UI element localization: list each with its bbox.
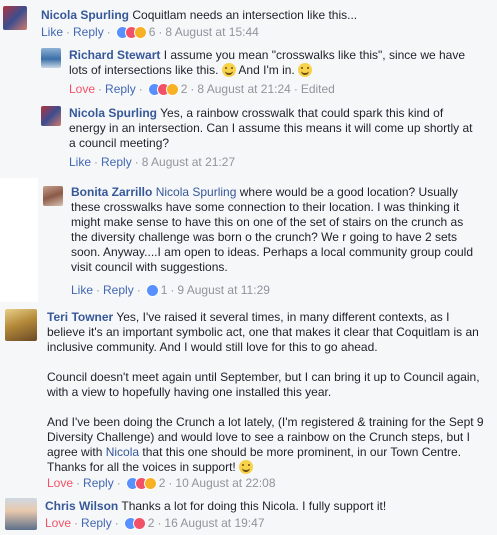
timestamp[interactable]: 8 August at 21:27 — [142, 155, 235, 169]
comment-actions: Like · Reply · 8 August at 21:27 — [69, 155, 236, 169]
avatar-chris[interactable] — [5, 498, 37, 530]
avatar-bonita[interactable] — [43, 186, 63, 206]
comment-actions: Love · Reply · 2 · 10 August at 22:08 — [47, 476, 276, 493]
reply-button[interactable]: Reply — [101, 155, 132, 169]
reaction-count[interactable]: 2 — [159, 476, 166, 490]
comment-author-name[interactable]: Bonita Zarrillo — [71, 185, 152, 199]
comment-text: Nicola Spurling Coquitlam needs an inter… — [41, 8, 491, 23]
smiley-emoji-icon — [239, 460, 254, 474]
comment-content-tail: And I'm in. — [238, 63, 295, 77]
comment-content: Thanks a lot for doing this Nicola. I fu… — [121, 499, 387, 513]
comment-author-name[interactable]: Chris Wilson — [45, 499, 118, 513]
reactions-icon[interactable] — [115, 26, 147, 42]
comment-text: Bonita Zarrillo Nicola Spurling where wo… — [71, 185, 481, 275]
avatar-nicola[interactable] — [41, 106, 61, 126]
comment-author-name[interactable]: Richard Stewart — [69, 48, 160, 62]
like-button[interactable]: Like — [41, 25, 63, 39]
comment-text: Teri Towner Yes, I've raised it several … — [47, 310, 487, 475]
mention-link[interactable]: Nicola — [106, 445, 139, 459]
timestamp[interactable]: 8 August at 15:44 — [165, 25, 258, 39]
timestamp[interactable]: 9 August at 11:29 — [177, 283, 270, 297]
timestamp[interactable]: 10 August at 22:08 — [175, 476, 275, 490]
reaction-count[interactable]: 1 — [161, 283, 168, 297]
love-button[interactable]: Love — [47, 476, 73, 490]
reply-button[interactable]: Reply — [103, 283, 134, 297]
reply-button[interactable]: Reply — [83, 476, 114, 490]
avatar-richard[interactable] — [41, 48, 61, 68]
comment-paragraph-2: Council doesn't meet again until Septemb… — [47, 370, 480, 399]
comment-actions: Love · Reply · 2 · 8 August at 21:24 · Edited — [69, 82, 335, 99]
comment-actions: Like · Reply · 1 · 9 August at 11:29 — [71, 283, 270, 300]
reply-button[interactable]: Reply — [73, 25, 104, 39]
comment-content: Coquitlam needs an intersection like thi… — [132, 8, 358, 22]
reactions-icon[interactable] — [125, 477, 157, 493]
reaction-count[interactable]: 2 — [148, 516, 155, 530]
comment-author-name[interactable]: Teri Towner — [47, 310, 113, 324]
like-button[interactable]: Like — [71, 283, 93, 297]
love-button[interactable]: Love — [45, 516, 71, 530]
timestamp[interactable]: 16 August at 19:47 — [164, 516, 264, 530]
avatar-nicola[interactable] — [3, 6, 27, 30]
love-button[interactable]: Love — [69, 82, 95, 96]
comment-actions: Like · Reply · 6 · 8 August at 15:44 — [41, 25, 259, 42]
smiley-emoji-icon — [221, 63, 236, 77]
comment-author-name[interactable]: Nicola Spurling — [69, 106, 157, 120]
reaction-count[interactable]: 2 — [181, 82, 188, 96]
mention-link[interactable]: Nicola Spurling — [156, 185, 237, 199]
comment-text: Richard Stewart I assume you mean "cross… — [69, 48, 479, 78]
comment-author-name[interactable]: Nicola Spurling — [41, 8, 129, 22]
reply-button[interactable]: Reply — [105, 82, 136, 96]
reactions-icon[interactable] — [147, 83, 179, 99]
like-button[interactable]: Like — [69, 155, 91, 169]
reactions-icon[interactable] — [123, 517, 146, 533]
reply-button[interactable]: Reply — [81, 516, 112, 530]
avatar-teri[interactable] — [5, 309, 37, 341]
timestamp[interactable]: 8 August at 21:24 — [197, 82, 290, 96]
comment-text: Nicola Spurling Yes, a rainbow crosswalk… — [69, 106, 479, 151]
comment-text: Chris Wilson Thanks a lot for doing this… — [45, 499, 485, 514]
reaction-count[interactable]: 6 — [149, 25, 156, 39]
smiley-emoji-icon — [298, 63, 313, 77]
edited-label[interactable]: Edited — [301, 82, 335, 96]
comment-actions: Love · Reply · 2 · 16 August at 19:47 — [45, 516, 265, 533]
like-reaction-icon[interactable] — [145, 284, 159, 300]
